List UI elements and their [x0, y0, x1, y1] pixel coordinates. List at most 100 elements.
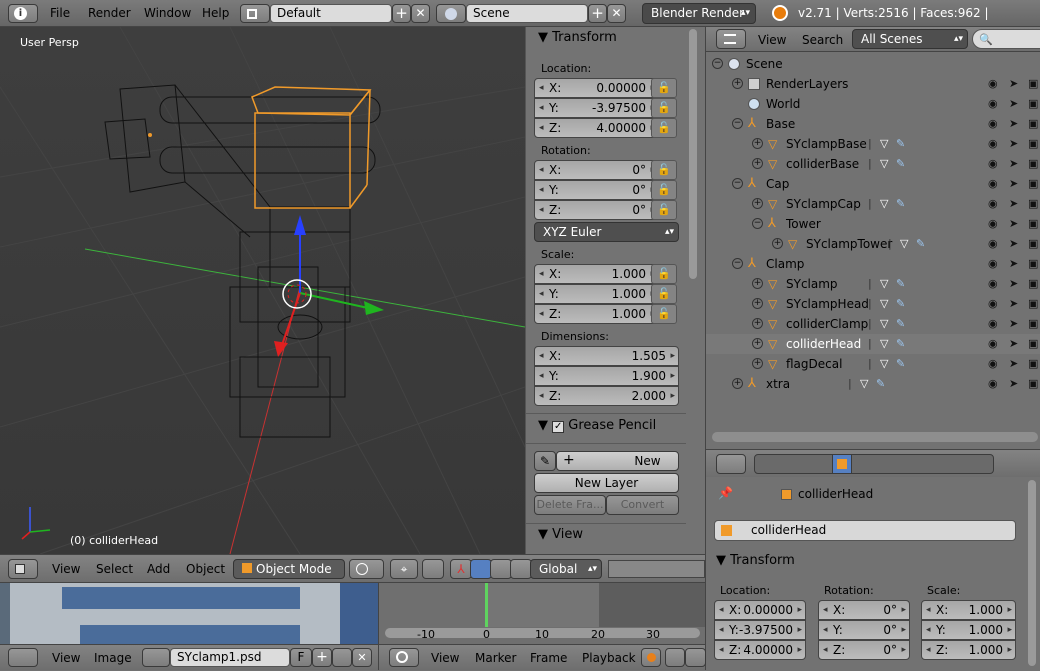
viewport-menu-object[interactable]: Object — [186, 556, 225, 582]
outliner-row-label[interactable]: colliderBase — [786, 154, 859, 174]
scene-icon-button[interactable] — [436, 4, 466, 23]
image-name-field[interactable]: SYclamp1.psd — [170, 648, 290, 667]
lock-scale-y-icon[interactable]: 🔓 — [651, 284, 677, 304]
rotate-manipulator-button[interactable] — [470, 559, 492, 579]
outliner-row[interactable]: + ▽ SYclampTower | ▽ ✎ ◉ ➤ ▣ — [706, 234, 1040, 254]
camera-render-icon[interactable]: ▣ — [1028, 334, 1038, 354]
camera-render-icon[interactable]: ▣ — [1028, 114, 1038, 134]
outliner-row-label[interactable]: World — [766, 94, 800, 114]
select-cursor-icon[interactable]: ➤ — [1009, 114, 1018, 134]
select-cursor-icon[interactable]: ➤ — [1009, 194, 1018, 214]
obj-rotation-y[interactable]: ◂ Y: 0° ▸ — [818, 620, 910, 640]
camera-render-icon[interactable]: ▣ — [1028, 154, 1038, 174]
timeline-menu-playback[interactable]: Playback — [582, 645, 636, 671]
obj-location-z[interactable]: ◂ Z: 4.00000 ▸ — [714, 640, 806, 660]
scale-manipulator-button[interactable] — [490, 559, 512, 579]
outliner-row-label[interactable]: Clamp — [766, 254, 804, 274]
editor-type-button[interactable] — [8, 559, 38, 579]
camera-render-icon[interactable]: ▣ — [1028, 274, 1038, 294]
grease-pencil-toggle-icon[interactable]: ✓ — [552, 421, 565, 433]
rotation-mode-select[interactable]: XYZ Euler ▴▾ — [534, 222, 679, 242]
mode-select[interactable]: Object Mode — [233, 559, 345, 579]
eye-icon[interactable]: ◉ — [988, 334, 998, 354]
outliner-hscrollbar[interactable] — [712, 432, 1038, 442]
lock-location-x-icon[interactable]: 🔓 — [651, 78, 677, 98]
camera-render-icon[interactable]: ▣ — [1028, 134, 1038, 154]
menu-window[interactable]: Window — [144, 0, 191, 26]
eye-icon[interactable]: ◉ — [988, 174, 998, 194]
eye-icon[interactable]: ◉ — [988, 194, 998, 214]
view-panel-header[interactable]: ▼ View — [538, 527, 583, 542]
keying-set-button[interactable] — [665, 648, 685, 667]
timeline[interactable]: -10 0 10 20 30 — [378, 582, 705, 644]
outliner-row[interactable]: − ⅄ Cap ◉ ➤ ▣ — [706, 174, 1040, 194]
menu-file[interactable]: File — [50, 0, 70, 26]
lock-scale-z-icon[interactable]: 🔓 — [651, 304, 677, 324]
info-editor-type-button[interactable]: i — [8, 4, 38, 23]
select-cursor-icon[interactable]: ➤ — [1009, 294, 1018, 314]
outliner-row[interactable]: + ▽ flagDecal | ▽ ✎ ◉ ➤ ▣ — [706, 354, 1040, 374]
lock-rotation-z-icon[interactable]: 🔓 — [651, 200, 677, 220]
outliner-editor-type-button[interactable] — [716, 29, 746, 49]
viewport-menu-view[interactable]: View — [52, 556, 80, 582]
image-open-button[interactable] — [332, 648, 352, 667]
location-x-field[interactable]: ◂X:0.00000▸ — [534, 78, 659, 98]
expand-toggle-icon[interactable]: + — [772, 238, 783, 249]
outliner-row-label[interactable]: SYclampCap — [786, 194, 861, 214]
lock-location-z-icon[interactable]: 🔓 — [651, 118, 677, 138]
eye-icon[interactable]: ◉ — [988, 294, 998, 314]
outliner-search-input[interactable]: 🔍 — [972, 29, 1040, 49]
outliner-row[interactable]: + RenderLayers ◉ ➤ ▣ — [706, 74, 1040, 94]
image-editor-type-button[interactable] — [8, 648, 38, 667]
expand-toggle-icon[interactable]: + — [732, 78, 743, 89]
location-z-field[interactable]: ◂Z:4.00000▸ — [534, 118, 659, 138]
grease-pencil-draw-icon[interactable]: ✎ — [534, 451, 556, 471]
expand-toggle-icon[interactable]: + — [752, 318, 763, 329]
outliner-row[interactable]: + ⅄ xtra | ▽ ✎ ◉ ➤ ▣ — [706, 374, 1040, 394]
rotation-x-field[interactable]: ◂X:0°▸ — [534, 160, 659, 180]
select-cursor-icon[interactable]: ➤ — [1009, 334, 1018, 354]
delete-layout-button[interactable]: ✕ — [411, 4, 430, 23]
layer-buttons[interactable] — [608, 560, 705, 578]
object-context-tab[interactable] — [832, 454, 852, 474]
lock-rotation-y-icon[interactable]: 🔓 — [651, 180, 677, 200]
outliner-row[interactable]: + ▽ SYclamp | ▽ ✎ ◉ ➤ ▣ — [706, 274, 1040, 294]
select-cursor-icon[interactable]: ➤ — [1009, 234, 1018, 254]
expand-toggle-icon[interactable]: − — [732, 178, 743, 189]
expand-toggle-icon[interactable]: − — [732, 258, 743, 269]
camera-render-icon[interactable]: ▣ — [1028, 174, 1038, 194]
render-engine-select[interactable]: Blender Render ▴▾ — [642, 3, 756, 24]
outliner-row-label[interactable]: Base — [766, 114, 795, 134]
scene-field[interactable]: Scene — [466, 4, 588, 23]
expand-toggle-icon[interactable]: + — [752, 298, 763, 309]
expand-toggle-icon[interactable]: − — [712, 58, 723, 69]
orientation-select[interactable]: Global ▴▾ — [530, 559, 602, 579]
scale-y-field[interactable]: ◂Y:1.000▸ — [534, 284, 659, 304]
menu-render[interactable]: Render — [88, 0, 131, 26]
image-fake-user-button[interactable]: F — [290, 648, 312, 667]
camera-render-icon[interactable]: ▣ — [1028, 294, 1038, 314]
outliner-row[interactable]: + ▽ SYclampCap | ▽ ✎ ◉ ➤ ▣ — [706, 194, 1040, 214]
grease-pencil-new-button[interactable]: + New — [556, 451, 679, 471]
obj-scale-y[interactable]: ◂ Y: 1.000 ▸ — [921, 620, 1016, 640]
outliner-row-label[interactable]: flagDecal — [786, 354, 842, 374]
menu-help[interactable]: Help — [202, 0, 229, 26]
eye-icon[interactable]: ◉ — [988, 74, 998, 94]
eye-icon[interactable]: ◉ — [988, 94, 998, 114]
eye-icon[interactable]: ◉ — [988, 254, 998, 274]
lock-rotation-x-icon[interactable]: 🔓 — [651, 160, 677, 180]
select-cursor-icon[interactable]: ➤ — [1009, 154, 1018, 174]
current-frame-cursor[interactable] — [485, 583, 488, 627]
properties-editor-type-button[interactable] — [716, 454, 746, 474]
transform-orientation-button[interactable] — [510, 559, 532, 579]
image-editor[interactable] — [0, 582, 378, 644]
eye-icon[interactable]: ◉ — [988, 354, 998, 374]
expand-toggle-icon[interactable]: + — [752, 138, 763, 149]
grease-pencil-convert-button[interactable]: Convert — [606, 495, 679, 515]
outliner-row-label[interactable]: SYclampBase — [786, 134, 867, 154]
outliner-row[interactable]: + ▽ colliderBase | ▽ ✎ ◉ ➤ ▣ — [706, 154, 1040, 174]
outliner-row-label[interactable]: colliderClamp — [786, 314, 868, 334]
camera-render-icon[interactable]: ▣ — [1028, 94, 1038, 114]
obj-rotation-z[interactable]: ◂ Z: 0° ▸ — [818, 640, 910, 660]
screen-layout-field[interactable]: Default — [270, 4, 392, 23]
